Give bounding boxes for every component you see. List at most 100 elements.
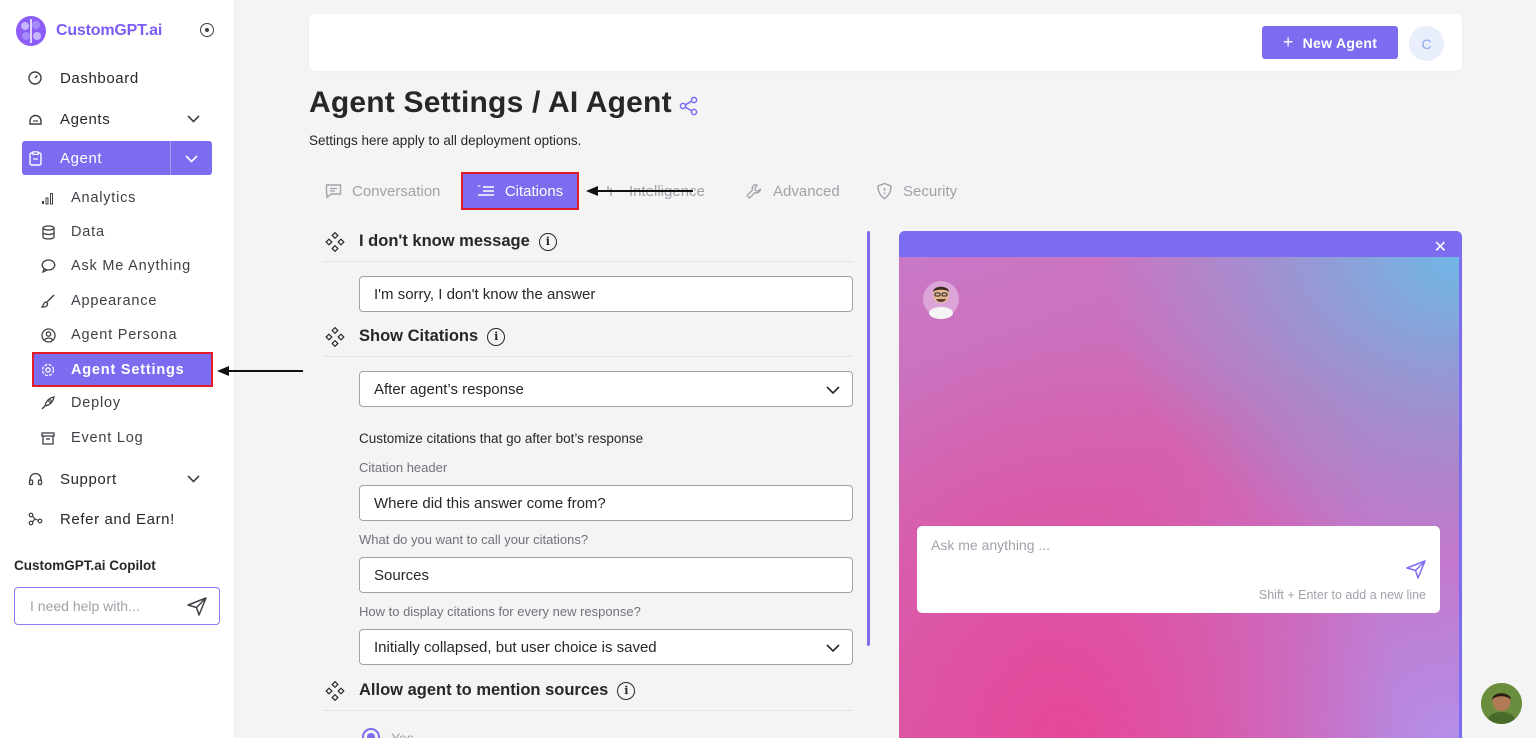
page-subtitle: Settings here apply to all deployment op… xyxy=(309,133,582,148)
preview-scrollbar[interactable] xyxy=(1459,257,1462,659)
tab-citations[interactable]: “ Citations xyxy=(461,172,579,210)
arrowhead-icon xyxy=(217,366,229,376)
svg-text:“: “ xyxy=(477,184,481,193)
drag-handle-icon[interactable] xyxy=(325,326,345,347)
send-icon[interactable] xyxy=(187,597,207,616)
message-square-icon xyxy=(325,183,342,199)
chevron-down-icon[interactable] xyxy=(187,472,200,485)
sidebar-item-label: Dashboard xyxy=(60,69,139,87)
section-idk-message: I don't know message i xyxy=(323,222,853,262)
shield-icon xyxy=(876,182,893,200)
copilot-placeholder: I need help with... xyxy=(30,598,140,614)
rocket-icon xyxy=(40,395,56,411)
display-mode-value: Initially collapsed, but user choice is … xyxy=(374,638,657,656)
info-icon[interactable]: i xyxy=(538,232,557,251)
sidebar-subitem-label: Analytics xyxy=(71,190,137,206)
idk-message-input[interactable]: I'm sorry, I don't know the answer xyxy=(359,276,853,312)
citation-header-label: Citation header xyxy=(359,460,448,475)
chevron-down-icon xyxy=(826,386,840,395)
chat-preview: ✕ Ask me anything ... Shift + Enter to a… xyxy=(899,231,1462,738)
citation-header-value: Where did this answer come from? xyxy=(374,494,606,512)
archive-icon xyxy=(40,430,56,446)
sidebar: CustomGPT.ai Dashboard Agents Agent Anal… xyxy=(0,0,235,738)
sidebar-subitem-agent-settings[interactable]: Agent Settings xyxy=(32,352,213,387)
clipboard-icon xyxy=(27,150,43,166)
sidebar-subitem-label: Event Log xyxy=(71,430,144,446)
sidebar-item-support[interactable]: Support xyxy=(22,463,212,495)
gear-icon xyxy=(40,362,56,378)
display-mode-select[interactable]: Initially collapsed, but user choice is … xyxy=(359,629,853,665)
tab-label: Security xyxy=(903,182,958,200)
sidebar-item-dashboard[interactable]: Dashboard xyxy=(22,62,212,94)
sidebar-subitem-data[interactable]: Data xyxy=(36,217,212,247)
sidebar-item-refer[interactable]: Refer and Earn! xyxy=(22,503,212,535)
plus-icon: + xyxy=(1282,32,1294,52)
sidebar-item-agent[interactable]: Agent xyxy=(22,141,212,175)
sidebar-subitem-deploy[interactable]: Deploy xyxy=(36,388,212,418)
tab-advanced[interactable]: Advanced xyxy=(745,172,840,210)
sidebar-subitem-label: Agent Settings xyxy=(71,361,185,378)
section-title: Show Citations xyxy=(359,327,479,345)
chevron-down-icon xyxy=(826,644,840,653)
sidebar-subitem-event-log[interactable]: Event Log xyxy=(36,423,212,453)
send-icon[interactable] xyxy=(1406,560,1426,579)
sidebar-collapse-icon[interactable] xyxy=(200,23,214,37)
preview-header: ✕ xyxy=(899,231,1462,257)
citation-header-input[interactable]: Where did this answer come from? xyxy=(359,485,853,521)
chevron-down-icon[interactable] xyxy=(187,112,200,125)
brain-logo-icon xyxy=(16,16,46,46)
sidebar-subitem-label: Data xyxy=(71,224,105,240)
scroll-indicator[interactable] xyxy=(867,231,870,646)
annotation-arrow xyxy=(592,190,693,192)
section-show-citations: Show Citations i xyxy=(323,317,853,357)
chat-input[interactable]: Ask me anything ... Shift + Enter to add… xyxy=(917,526,1440,613)
display-mode-label: How to display citations for every new r… xyxy=(359,604,641,619)
tab-security[interactable]: Security xyxy=(876,172,957,210)
sidebar-subitem-ask-me-anything[interactable]: Ask Me Anything xyxy=(36,251,212,281)
chat-hint: Shift + Enter to add a new line xyxy=(1258,588,1426,602)
close-icon[interactable]: ✕ xyxy=(1434,237,1447,257)
sidebar-subitem-agent-persona[interactable]: Agent Persona xyxy=(36,320,212,350)
drag-handle-icon[interactable] xyxy=(325,231,345,252)
brand-logo[interactable]: CustomGPT.ai xyxy=(14,14,224,48)
user-avatar[interactable]: C xyxy=(1409,26,1444,61)
sidebar-item-agents[interactable]: Agents xyxy=(22,103,212,135)
preview-background: Ask me anything ... Shift + Enter to add… xyxy=(899,257,1459,738)
info-icon[interactable]: i xyxy=(487,327,506,346)
new-agent-label: New Agent xyxy=(1302,34,1378,51)
citations-icon: “ xyxy=(477,184,495,198)
sidebar-subitem-analytics[interactable]: Analytics xyxy=(36,183,212,213)
headset-icon xyxy=(27,471,43,487)
annotation-arrow xyxy=(224,370,303,372)
sidebar-item-label: Agents xyxy=(60,110,111,128)
help-avatar-button[interactable] xyxy=(1481,683,1522,724)
idk-message-value: I'm sorry, I don't know the answer xyxy=(374,285,596,303)
show-citations-value: After agent’s response xyxy=(374,380,524,398)
new-agent-button[interactable]: + New Agent xyxy=(1262,26,1398,59)
bar-chart-icon xyxy=(40,190,56,206)
wrench-icon xyxy=(745,182,763,200)
copilot-input[interactable]: I need help with... xyxy=(14,587,220,625)
sidebar-item-label: Support xyxy=(60,470,117,488)
sidebar-item-label: Agent xyxy=(60,149,103,167)
section-mention-sources: Allow agent to mention sources i xyxy=(323,671,853,711)
tab-conversation[interactable]: Conversation xyxy=(325,172,440,210)
share-icon[interactable] xyxy=(679,96,699,116)
page-title: Agent Settings / AI Agent xyxy=(309,86,672,119)
show-citations-select[interactable]: After agent’s response xyxy=(359,371,853,407)
citation-name-input[interactable]: Sources xyxy=(359,557,853,593)
citation-name-label: What do you want to call your citations? xyxy=(359,532,589,547)
section-title: Allow agent to mention sources xyxy=(359,681,609,699)
mention-sources-yes-radio[interactable] xyxy=(362,728,380,738)
sidebar-item-label: Refer and Earn! xyxy=(60,510,175,528)
tab-label: Advanced xyxy=(773,182,840,200)
customize-citations-text: Customize citations that go after bot’s … xyxy=(359,431,644,446)
tab-label: Citations xyxy=(504,182,564,200)
sidebar-subitem-label: Deploy xyxy=(71,395,121,411)
drag-handle-icon[interactable] xyxy=(325,680,345,701)
sidebar-subitem-appearance[interactable]: Appearance xyxy=(36,286,212,316)
bot-avatar xyxy=(923,281,959,319)
expand-toggle[interactable] xyxy=(170,141,212,175)
share-network-icon xyxy=(27,511,43,527)
info-icon[interactable]: i xyxy=(617,681,636,700)
